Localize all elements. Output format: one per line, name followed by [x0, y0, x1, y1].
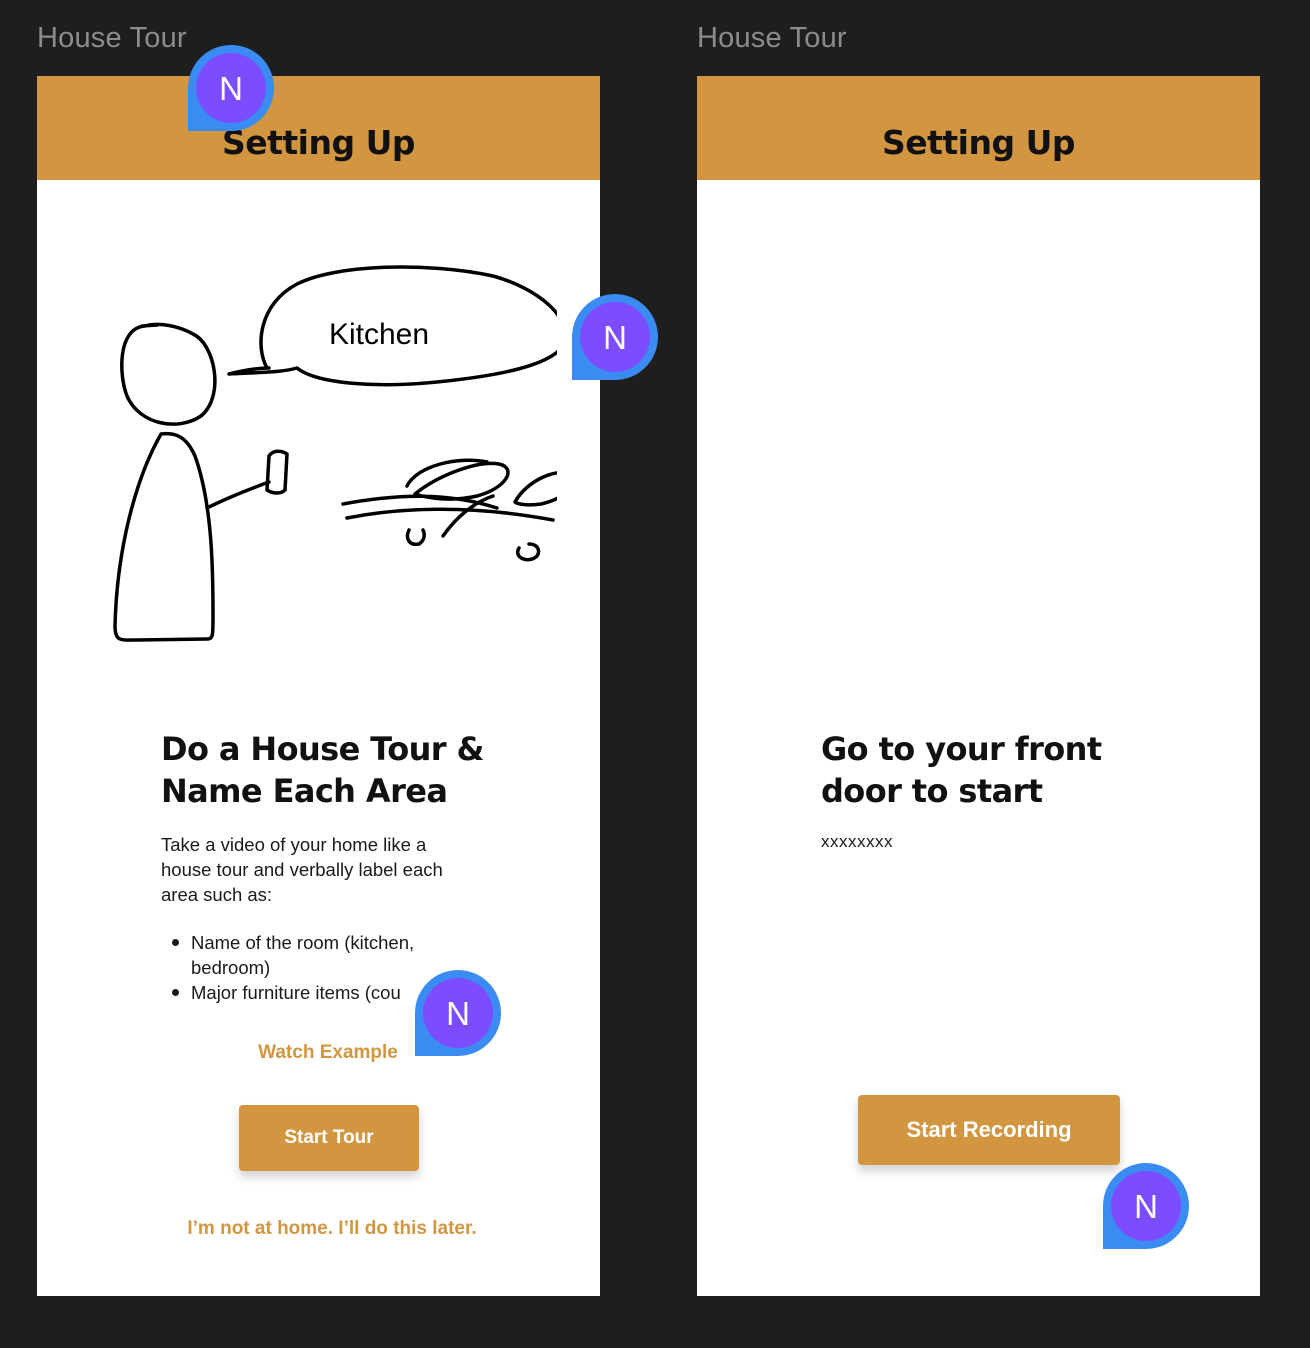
- front-door-headline: Go to your front door to start: [821, 730, 1102, 810]
- person-in-kitchen-illustration: Kitchen: [113, 265, 557, 642]
- header-title: Setting Up: [881, 122, 1076, 162]
- start-tour-button[interactable]: Start Tour: [239, 1105, 419, 1171]
- svg-text:N: N: [1134, 1188, 1158, 1225]
- frame-title[interactable]: House Tour: [697, 22, 847, 55]
- collaborator-avatar[interactable]: N: [1102, 1162, 1190, 1250]
- collaborator-avatar[interactable]: N: [414, 969, 502, 1057]
- collaborator-avatar[interactable]: N: [187, 44, 275, 132]
- frame-title[interactable]: House Tour: [37, 22, 187, 55]
- app-header: Setting Up: [697, 76, 1260, 180]
- svg-text:N: N: [446, 995, 470, 1032]
- tour-headline: Do a House Tour & Name Each Area: [161, 730, 484, 810]
- speech-bubble-text: Kitchen: [329, 318, 429, 351]
- start-recording-button[interactable]: Start Recording: [858, 1095, 1120, 1165]
- svg-text:N: N: [219, 70, 243, 107]
- tour-description: Take a video of your home like a house t…: [161, 834, 443, 905]
- do-later-link[interactable]: I’m not at home. I’ll do this later.: [137, 1218, 527, 1240]
- house-tour-intro-frame: Setting Up Kitchen Do a House Tour & Nam…: [37, 76, 600, 1296]
- app-header: Setting Up: [37, 76, 600, 180]
- watch-example-link[interactable]: Watch Example: [237, 1042, 419, 1064]
- placeholder-text: xxxxxxxx: [821, 832, 893, 851]
- svg-text:N: N: [603, 319, 627, 356]
- collaborator-avatar[interactable]: N: [571, 293, 659, 381]
- front-door-frame: Setting Up Go to your front door to star…: [697, 76, 1260, 1296]
